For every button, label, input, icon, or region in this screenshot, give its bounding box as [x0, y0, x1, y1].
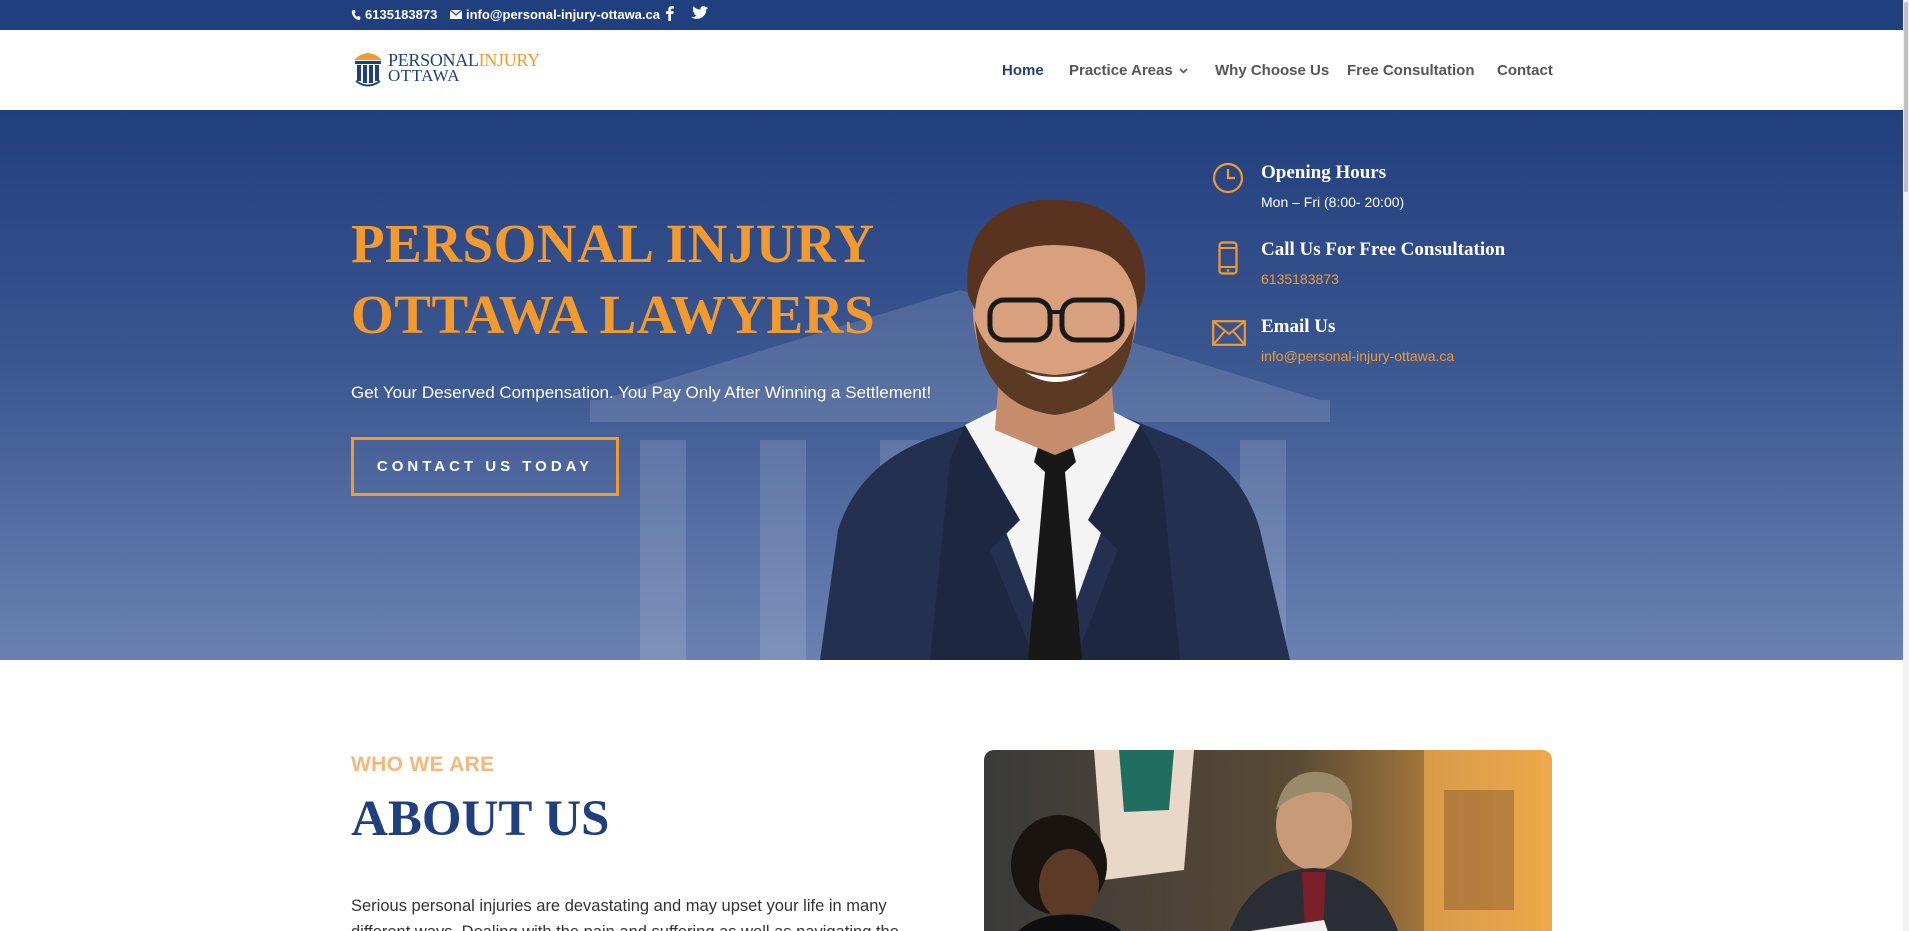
- envelope-icon: [1212, 320, 1246, 346]
- team-meeting-photo: [984, 750, 1552, 931]
- mail-small-icon: [450, 10, 462, 19]
- nav-practice-areas[interactable]: Practice Areas: [1069, 62, 1188, 79]
- site-header: PERSONALINJURY OTTAWA Home Practice Area…: [0, 30, 1903, 110]
- scrollbar-thumb[interactable]: [1904, 2, 1908, 192]
- hero-title-line2: OTTAWA LAWYERS: [351, 284, 876, 345]
- page: 6135183873 info@personal-injury-ottawa.c…: [0, 0, 1903, 931]
- email-us-title: Email Us: [1261, 316, 1336, 337]
- phone-icon: [1218, 241, 1238, 275]
- opening-hours-title: Opening Hours: [1261, 162, 1387, 183]
- about-paragraph: Serious personal injuries are devastatin…: [351, 897, 899, 931]
- about-title: ABOUT US: [351, 791, 610, 847]
- nav-why-choose-us[interactable]: Why Choose Us: [1215, 62, 1329, 79]
- topbar-phone-text: 6135183873: [365, 7, 438, 22]
- logo-text: PERSONALINJURY OTTAWA: [388, 50, 541, 85]
- email-us-link[interactable]: info@personal-injury-ottawa.ca: [1261, 348, 1454, 364]
- clock-icon: [1212, 162, 1244, 194]
- vertical-scrollbar[interactable]: [1903, 0, 1909, 931]
- chevron-down-icon: [1179, 68, 1188, 74]
- hero-title: PERSONAL INJURY OTTAWA LAWYERS: [351, 208, 875, 350]
- nav-practice-areas-label: Practice Areas: [1069, 62, 1173, 79]
- hero-section: PERSONAL INJURY OTTAWA LAWYERS Get Your …: [0, 110, 1903, 660]
- pillar-logo-icon: [354, 53, 382, 87]
- contact-us-button[interactable]: CONTACT US TODAY: [351, 437, 619, 496]
- topbar-email[interactable]: info@personal-injury-ottawa.ca: [450, 7, 660, 22]
- call-us-title: Call Us For Free Consultation: [1261, 239, 1506, 260]
- nav-contact[interactable]: Contact: [1497, 62, 1553, 79]
- about-kicker: WHO WE ARE: [351, 753, 495, 776]
- logo-word-injury: INJURY: [478, 50, 541, 70]
- logo-word-ottawa: OTTAWA: [388, 66, 461, 85]
- phone-small-icon: [351, 9, 361, 20]
- twitter-icon[interactable]: [691, 6, 708, 20]
- topbar-email-text: info@personal-injury-ottawa.ca: [466, 7, 660, 22]
- hero-title-line1: PERSONAL INJURY: [351, 213, 875, 274]
- topbar-phone[interactable]: 6135183873: [351, 7, 437, 22]
- facebook-icon[interactable]: [665, 5, 674, 21]
- top-bar: 6135183873 info@personal-injury-ottawa.c…: [0, 0, 1903, 30]
- site-logo[interactable]: PERSONALINJURY OTTAWA: [352, 48, 540, 88]
- call-us-phone-link[interactable]: 6135183873: [1261, 271, 1339, 287]
- opening-hours-value: Mon – Fri (8:00- 20:00): [1261, 194, 1405, 210]
- nav-free-consultation[interactable]: Free Consultation: [1347, 62, 1475, 79]
- nav-home[interactable]: Home: [1002, 62, 1044, 79]
